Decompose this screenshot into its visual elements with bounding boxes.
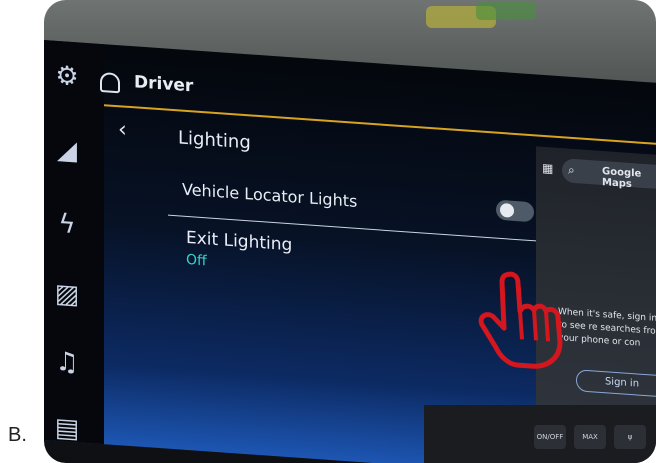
option-letter: B.: [8, 424, 27, 446]
header-title: Driver: [134, 72, 194, 97]
vehicle-locator-toggle[interactable]: [496, 199, 534, 223]
infotainment-screen: ⚙ ◢ ϟ ▨ ♫ ▤ Driver ‹ Lighting Vehicle Lo…: [44, 40, 656, 463]
music-note-icon[interactable]: ♫: [50, 344, 84, 380]
sign-in-label: Sign in: [604, 376, 640, 390]
vehicle-locator-label[interactable]: Vehicle Locator Lights: [182, 180, 357, 211]
exit-lighting-value: Off: [186, 251, 207, 270]
background-object: [476, 2, 536, 20]
power-button[interactable]: ON/OFF: [534, 425, 566, 449]
defrost-max-button[interactable]: MAX: [574, 425, 606, 449]
car-icon[interactable]: ◢: [50, 132, 84, 168]
display-icon[interactable]: ▨: [50, 276, 84, 312]
hand-pointer-icon: [478, 271, 563, 369]
settings-gear-icon[interactable]: ⚙: [50, 58, 84, 94]
toggle-knob: [500, 202, 514, 218]
bell-icon[interactable]: [100, 71, 120, 94]
back-chevron-icon[interactable]: ‹: [118, 117, 127, 143]
page-title: Lighting: [178, 127, 251, 154]
photo-frame: ⚙ ◢ ϟ ▨ ♫ ▤ Driver ‹ Lighting Vehicle Lo…: [44, 0, 656, 463]
seat-heat-button[interactable]: ψ: [614, 425, 646, 449]
maps-search-bar[interactable]: ⌕ Google Maps: [562, 158, 656, 190]
search-icon: ⌕: [568, 162, 575, 178]
maps-title: Google Maps: [602, 166, 642, 191]
seat-icon[interactable]: ▤: [50, 410, 84, 446]
hardware-button-strip: ON/OFF MAX ψ: [424, 405, 656, 463]
left-icon-rail: ⚙ ◢ ϟ ▨ ♫ ▤: [44, 40, 104, 463]
lightning-icon[interactable]: ϟ: [50, 206, 84, 242]
map-icon[interactable]: ▦: [542, 161, 553, 176]
exit-lighting-label[interactable]: Exit Lighting: [186, 228, 292, 255]
